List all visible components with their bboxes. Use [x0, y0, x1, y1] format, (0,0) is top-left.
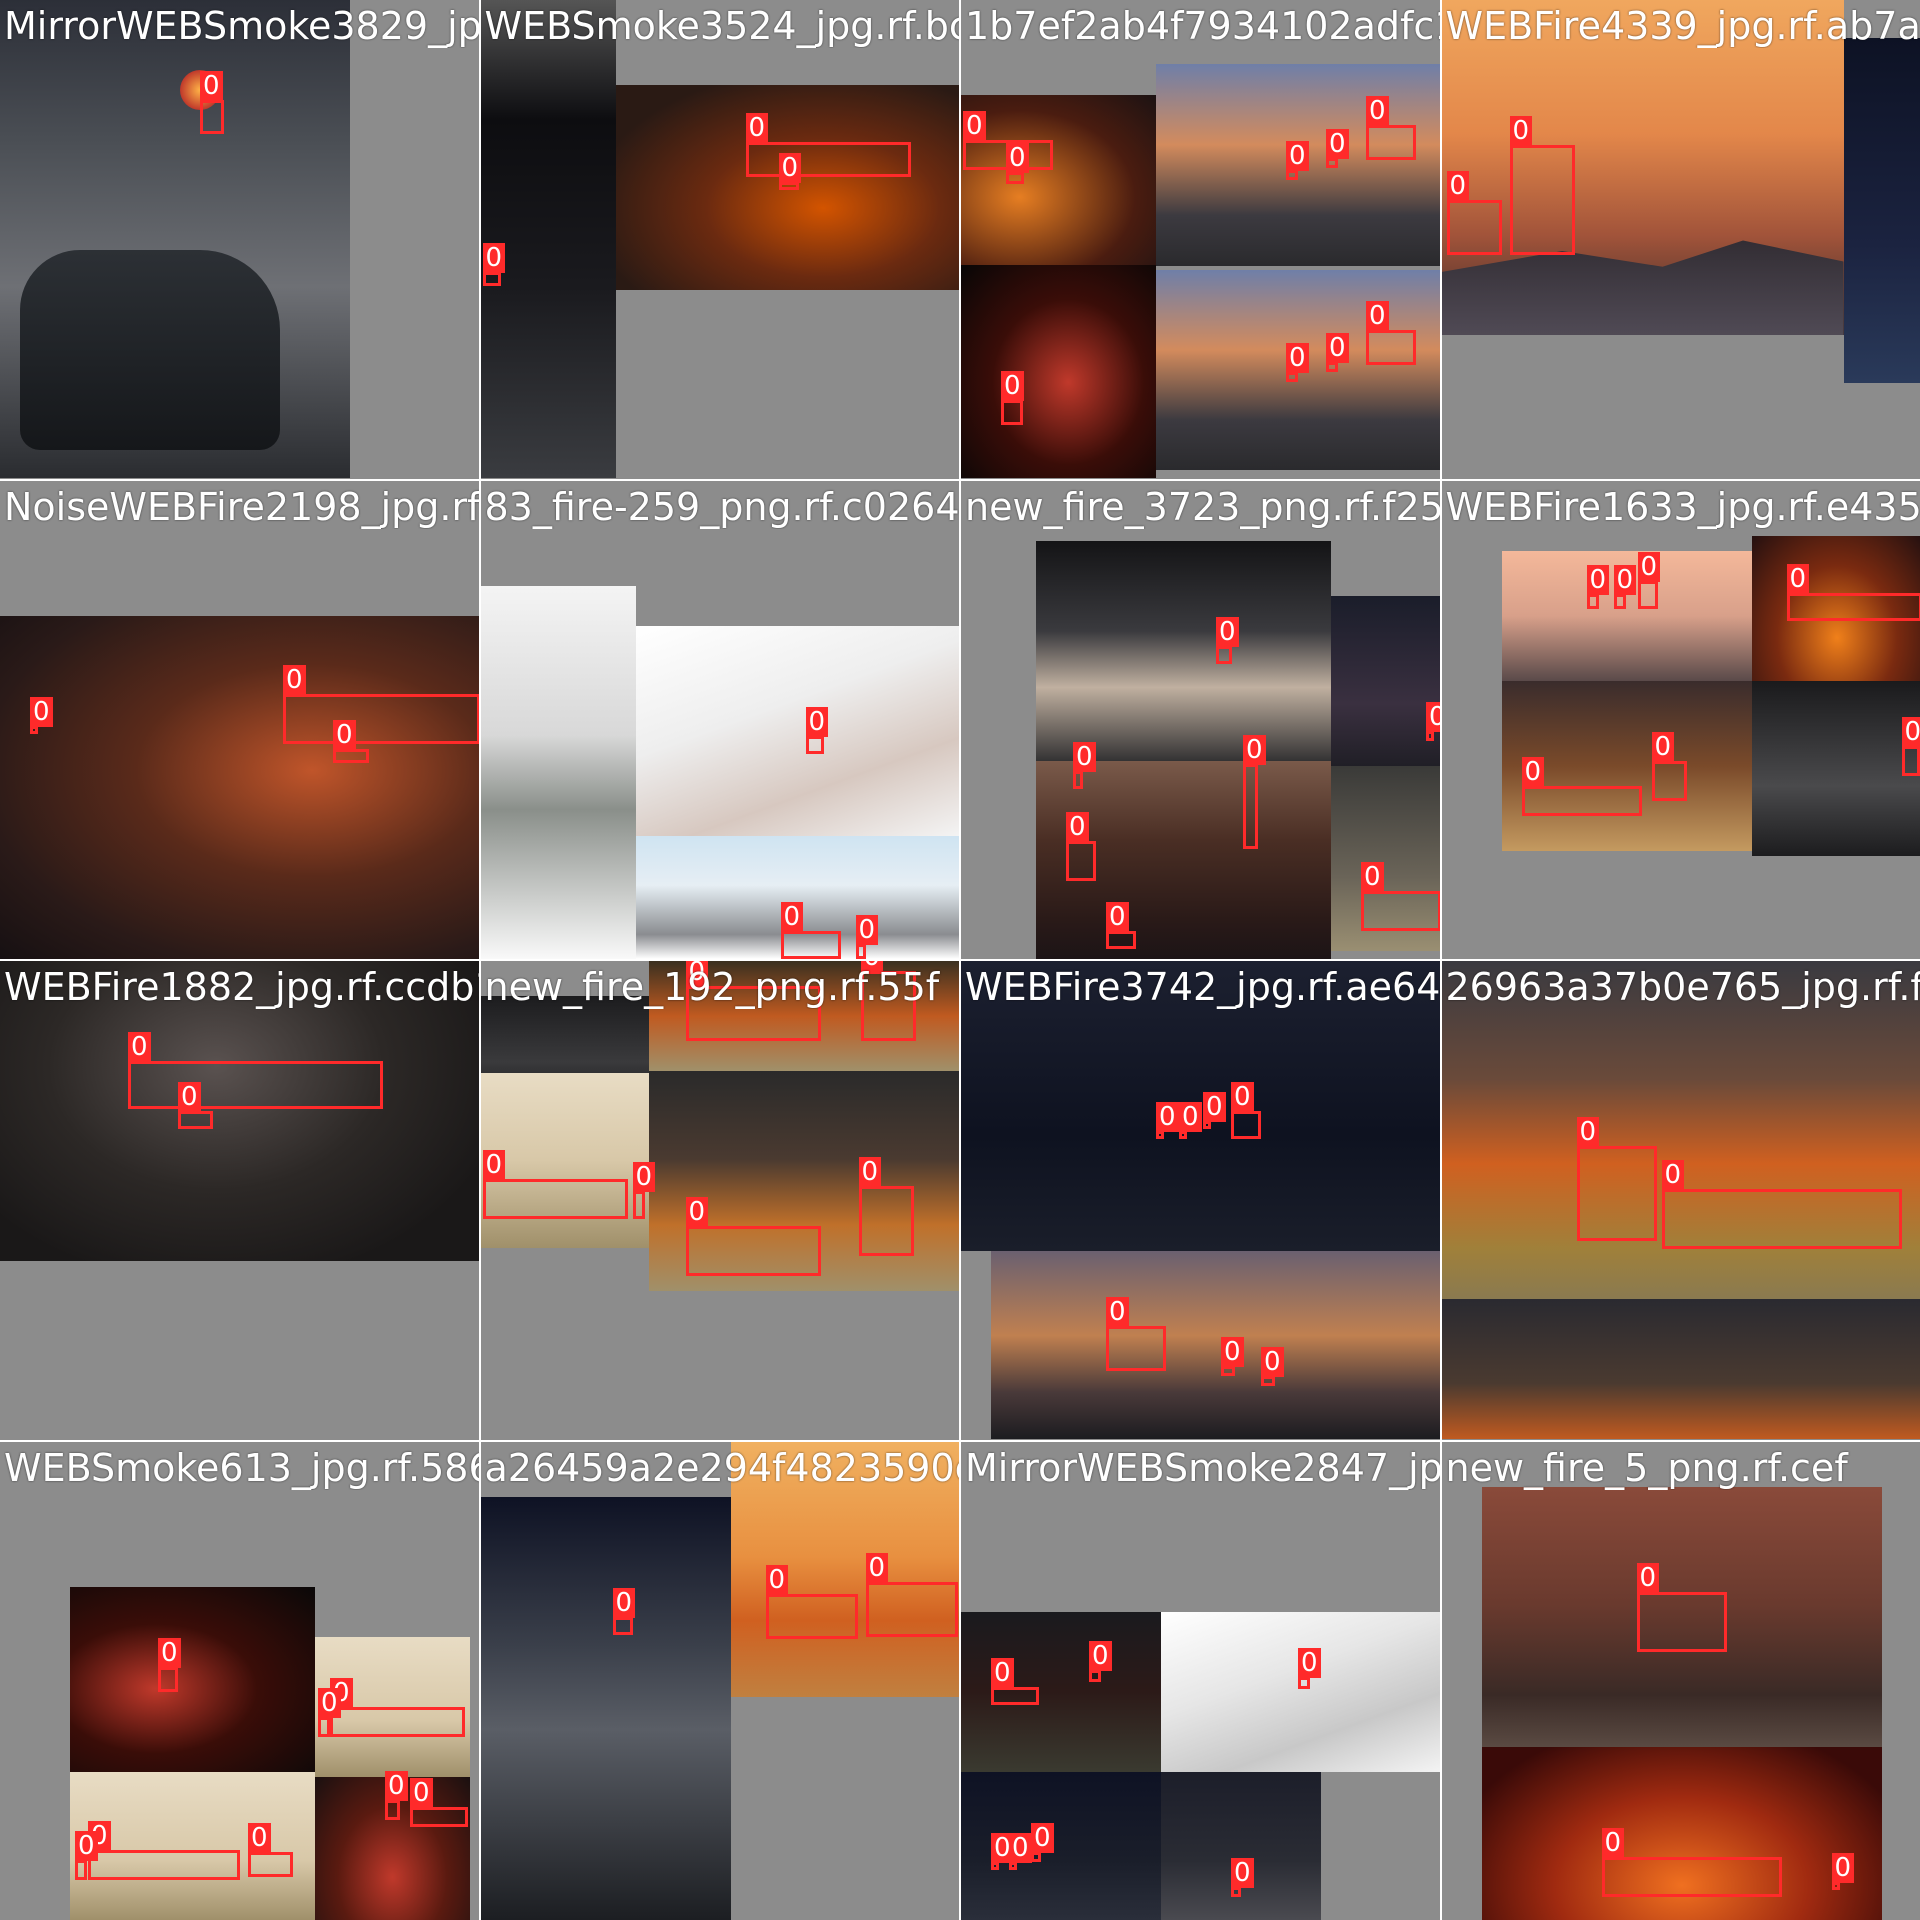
flame — [180, 70, 220, 110]
scene-photo — [1843, 38, 1920, 383]
scene-photo — [648, 1071, 959, 1291]
mosaic-tile: 0 0 0 new_fire_5_png.rf.cef — [1441, 1441, 1920, 1920]
scene-photo — [961, 1611, 1161, 1772]
scene-photo — [1156, 270, 1440, 470]
scene-photo — [315, 1636, 470, 1777]
scene-photo — [635, 625, 959, 836]
tile-caption: new_fire_3723_png.rf.f25 — [965, 484, 1440, 529]
tile-caption: 1b7ef2ab4f7934102adfc1feee4 — [965, 4, 1440, 48]
scene-photo — [1441, 0, 1844, 335]
tile-caption: WEBFire4339_jpg.rf.ab7a6e — [1445, 4, 1920, 48]
scene-photo — [0, 0, 350, 478]
mosaic-tile: 0 0 0 83_fire-259_png.rf.c02648 — [480, 480, 960, 959]
mosaic-tile: 0 0 0 NoiseWEBFire2198_jpg.rf.e5254 — [0, 480, 479, 959]
scene-photo — [1161, 1771, 1321, 1920]
tile-caption: 83_fire-259_png.rf.c02648 — [484, 484, 960, 529]
scene-photo — [1751, 535, 1920, 681]
mosaic-tile: 0 0 WEBFire4339_jpg.rf.ab7a6e — [1441, 0, 1920, 479]
tile-caption: MirrorWEBSmoke2847_jpg.rf — [965, 1445, 1440, 1490]
mosaic-tile: 0 0 26963a37b0e765_jpg.rf.f3 — [1441, 961, 1920, 1440]
scene-photo — [480, 1073, 649, 1248]
tile-caption: new_fire_5_png.rf.cef — [1445, 1445, 1848, 1490]
hillside — [1441, 240, 1844, 335]
mosaic-tile: 0 0 0 0 0 0 0 MirrorWEBSmoke2847_jpg.rf — [961, 1441, 1440, 1920]
mosaic-tile: 0 0 0 0 0 0 0 WEBFire3742_jpg.rf.ae64157 — [961, 961, 1440, 1440]
dark-car — [20, 250, 280, 450]
scene-photo — [315, 1776, 470, 1920]
mosaic-tile: 0 0 0 0 0 0 0 0 WEBSmoke613_jpg.rf.5860f — [0, 1441, 479, 1920]
tile-caption: new_fire_192_png.rf.55f — [484, 965, 940, 1009]
mosaic-tile: 0 0 0 WEBFire1882_jpg.rf.ccdb19638 — [0, 961, 479, 1440]
scene-photo — [1156, 64, 1440, 266]
tile-caption: MirrorWEBSmoke3829_jpg.rf.2bd3f39ba75456… — [4, 4, 479, 48]
scene-photo — [1441, 961, 1920, 1299]
scene-photo — [991, 1251, 1440, 1439]
tile-caption: 26963a37b0e765_jpg.rf.f3 — [1445, 965, 1920, 1009]
scene-photo — [480, 1496, 731, 1920]
scene-photo — [961, 95, 1156, 265]
mosaic-tile: 0 0 0 WEBSmoke3524_jpg.rf.bc316 — [480, 0, 960, 479]
scene-photo — [1036, 540, 1331, 766]
mosaic-tile: 0 MirrorWEBSmoke3829_jpg.rf.2bd3f39ba754… — [0, 0, 479, 479]
tile-caption: NoiseWEBFire2198_jpg.rf.e5254 — [4, 484, 479, 529]
tile-caption: WEBFire1633_jpg.rf.e435ba — [1445, 484, 1920, 529]
scene-photo — [1161, 1611, 1440, 1772]
scene-photo — [1331, 595, 1440, 776]
scene-photo — [480, 0, 616, 478]
mosaic-tile: 0 0 0 a26459a2e294f4823590c56e — [480, 1441, 960, 1920]
scene-photo — [615, 85, 959, 290]
tile-caption: WEBFire1882_jpg.rf.ccdb19638 — [4, 965, 479, 1009]
scene-photo — [1501, 550, 1752, 681]
mosaic-grid: 0 MirrorWEBSmoke3829_jpg.rf.2bd3f39ba754… — [0, 0, 1920, 1920]
scene-photo — [70, 1586, 315, 1772]
scene-photo — [1751, 680, 1920, 856]
scene-photo — [480, 585, 636, 959]
scene-photo — [0, 615, 479, 959]
scene-photo — [1481, 1486, 1882, 1747]
scene-photo — [1481, 1746, 1882, 1920]
tile-caption: WEBSmoke3524_jpg.rf.bc316 — [484, 4, 960, 48]
tile-caption: WEBFire3742_jpg.rf.ae64157 — [965, 965, 1440, 1009]
tile-caption: WEBSmoke613_jpg.rf.5860f — [4, 1445, 479, 1490]
scene-photo — [1441, 1299, 1920, 1439]
tile-caption: a26459a2e294f4823590c56e — [484, 1445, 960, 1490]
scene-photo — [961, 265, 1156, 478]
scene-photo — [1331, 765, 1440, 951]
scene-photo — [1501, 680, 1752, 851]
mosaic-tile: 0 0 0 0 0 0 0 WEBFire1633_jpg.rf.e435ba — [1441, 480, 1920, 959]
scene-photo — [635, 835, 959, 959]
scene-photo — [961, 1771, 1161, 1920]
mosaic-tile: 0 0 0 0 0 0 0 new_fire_3723_png.rf.f25 — [961, 480, 1440, 959]
mosaic-tile: 0 0 0 0 0 0 new_fire_192_png.rf.55f — [480, 961, 959, 1440]
mosaic-tile: 0 0 0 0 0 0 0 0 0 1b7ef2ab4f7934102adfc1… — [961, 0, 1440, 479]
scene-photo — [70, 1771, 315, 1920]
scene-photo — [1036, 760, 1331, 959]
